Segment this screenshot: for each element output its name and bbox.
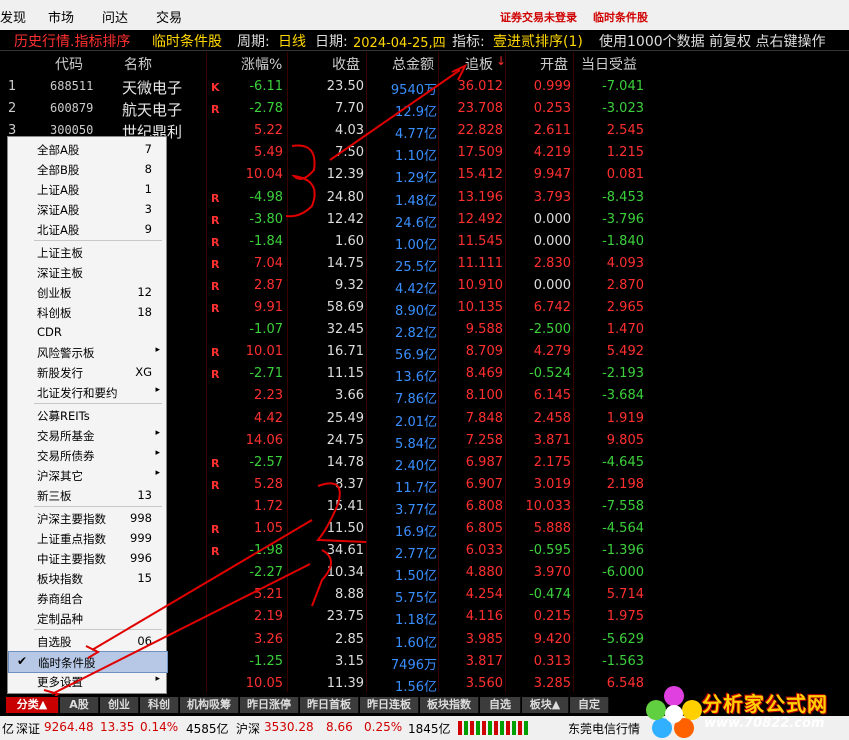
tab-item[interactable]: 昨日涨停 — [240, 697, 299, 713]
tab-item[interactable]: 科创 — [140, 697, 179, 713]
hs-label: 沪深 — [236, 722, 261, 736]
tab-item[interactable]: 自定 — [570, 697, 609, 713]
annotation-three-stroke — [285, 144, 316, 218]
hs-pct: 0.25% — [364, 720, 403, 734]
annotation-arrow — [51, 563, 311, 695]
tab-item[interactable]: 板块指数 — [420, 697, 479, 713]
sz-label: 深证 — [16, 722, 41, 736]
annotation-arrow — [91, 519, 313, 651]
market-breadth-bar — [458, 721, 528, 735]
tab-item[interactable]: 分类▲ — [6, 697, 59, 713]
tab-item[interactable]: 昨日首板 — [300, 697, 359, 713]
tab-item[interactable]: A股 — [60, 697, 99, 713]
annotation-two-stroke — [315, 482, 367, 543]
tab-item[interactable]: 创业 — [100, 697, 139, 713]
tab-item[interactable]: 昨日连板 — [360, 697, 419, 713]
hs-amount: 1845亿 — [408, 722, 451, 736]
annotation-arrow — [329, 69, 461, 161]
flower-icon — [646, 686, 702, 738]
status-prefix: 亿 — [2, 722, 15, 736]
annotation-one-stroke — [311, 549, 332, 607]
tab-item[interactable]: 板块▲ — [522, 697, 569, 713]
hs-value[interactable]: 3530.28 — [264, 720, 314, 734]
sz-value[interactable]: 9264.48 — [44, 720, 94, 734]
hs-change: 8.66 — [326, 720, 353, 734]
logo-url: www.70822.com — [704, 716, 825, 731]
tab-item[interactable]: 自选 — [480, 697, 521, 713]
annotation-overlay — [43, 63, 468, 703]
watermark-logo: 分析家公式网 www.70822.com — [640, 682, 849, 740]
logo-title: 分析家公式网 — [702, 692, 828, 716]
sz-change: 13.35 — [100, 720, 135, 734]
sz-pct: 0.14% — [140, 720, 179, 734]
broker-name: 东莞电信行情 — [568, 722, 641, 736]
tab-item[interactable]: 机构吸筹 — [180, 697, 239, 713]
sz-amount: 4585亿 — [186, 722, 229, 736]
